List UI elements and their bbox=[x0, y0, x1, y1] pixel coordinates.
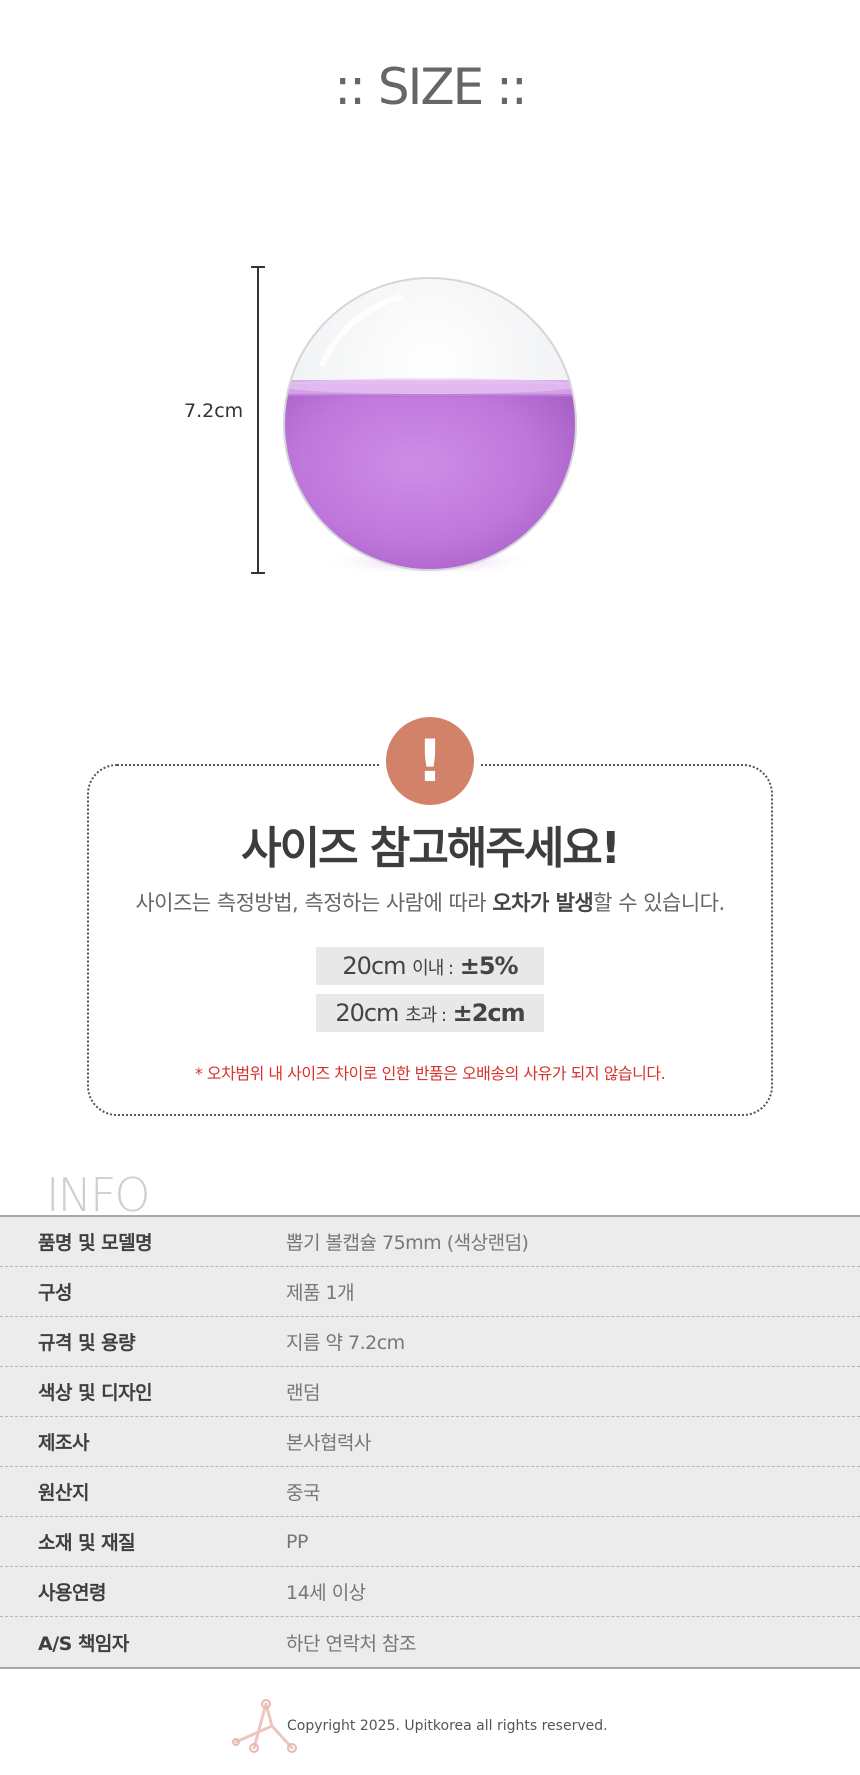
notice-title: 사이즈 참고해주세요! bbox=[241, 823, 621, 874]
dimension-line bbox=[257, 266, 259, 574]
row-value: 지름 약 7.2cm bbox=[286, 1332, 405, 1354]
tolerance-qualifier: 초과 : bbox=[405, 1005, 447, 1026]
tolerance-value: ±5% bbox=[459, 952, 519, 980]
info-title: INFO bbox=[46, 1168, 151, 1222]
tolerance-qualifier: 이내 : bbox=[412, 958, 454, 979]
copyright-text: Copyright 2025. Upitkorea all rights res… bbox=[287, 1718, 608, 1734]
table-row: 규격 및 용량 지름 약 7.2cm bbox=[0, 1317, 860, 1367]
row-label: 원산지 bbox=[38, 1482, 89, 1504]
row-label: 색상 및 디자인 bbox=[38, 1382, 153, 1404]
table-row: 제조사 본사협력사 bbox=[0, 1417, 860, 1467]
table-row: 구성 제품 1개 bbox=[0, 1267, 860, 1317]
table-row: 사용연령 14세 이상 bbox=[0, 1567, 860, 1617]
row-value: 하단 연락처 참조 bbox=[286, 1632, 416, 1655]
notice-desc-start: 사이즈는 측정방법, 측정하는 사람에 따라 bbox=[135, 891, 493, 915]
tolerance-box: 20cm 초과 : ±2cm bbox=[316, 994, 544, 1032]
table-row: A/S 책임자 하단 연락처 참조 bbox=[0, 1617, 860, 1667]
notice-description: 사이즈는 측정방법, 측정하는 사람에 따라 오차가 발생할 수 있습니다. bbox=[0, 887, 860, 917]
row-value: 제품 1개 bbox=[286, 1282, 355, 1304]
notice-desc-end: 할 수 있습니다. bbox=[593, 891, 725, 915]
table-row: 소재 및 재질 PP bbox=[0, 1517, 860, 1567]
row-label: 소재 및 재질 bbox=[38, 1532, 136, 1554]
dimension-cap-top bbox=[251, 266, 265, 268]
row-value: 14세 이상 bbox=[286, 1582, 366, 1604]
tolerance-size: 20cm bbox=[342, 952, 406, 980]
row-label: 사용연령 bbox=[38, 1582, 106, 1604]
exclamation-icon: ! bbox=[380, 711, 480, 811]
row-label: 제조사 bbox=[38, 1432, 89, 1454]
row-value: 뽑기 볼캡슐 75mm (색상랜덤) bbox=[286, 1232, 529, 1254]
tolerance-value: ±2cm bbox=[452, 999, 526, 1027]
dimension-label: 7.2cm bbox=[184, 400, 244, 422]
table-row: 원산지 중국 bbox=[0, 1467, 860, 1517]
row-label: 품명 및 모델명 bbox=[38, 1232, 153, 1254]
table-row: 색상 및 디자인 랜덤 bbox=[0, 1367, 860, 1417]
row-value: PP bbox=[286, 1530, 308, 1553]
return-warning-text: * 오차범위 내 사이즈 차이로 인한 반품은 오배송의 사유가 되지 않습니다… bbox=[194, 1064, 666, 1083]
row-value: 본사협력사 bbox=[286, 1432, 371, 1454]
tolerance-box: 20cm 이내 : ±5% bbox=[316, 947, 544, 985]
notice-desc-emphasis: 오차가 발생 bbox=[492, 891, 594, 915]
tolerance-size: 20cm bbox=[335, 999, 399, 1027]
row-value: 랜덤 bbox=[286, 1382, 320, 1404]
table-row: 품명 및 모델명 뽑기 볼캡슐 75mm (색상랜덤) bbox=[0, 1217, 860, 1267]
row-value: 중국 bbox=[286, 1482, 320, 1504]
capsule-product-image bbox=[283, 277, 577, 576]
row-label: A/S 책임자 bbox=[38, 1632, 129, 1655]
dimension-cap-bottom bbox=[251, 572, 265, 574]
row-label: 규격 및 용량 bbox=[38, 1332, 136, 1354]
info-table: 품명 및 모델명 뽑기 볼캡슐 75mm (색상랜덤) 구성 제품 1개 규격 및 … bbox=[0, 1215, 860, 1669]
row-label: 구성 bbox=[38, 1282, 72, 1304]
size-section-title: :: SIZE :: bbox=[334, 58, 528, 116]
